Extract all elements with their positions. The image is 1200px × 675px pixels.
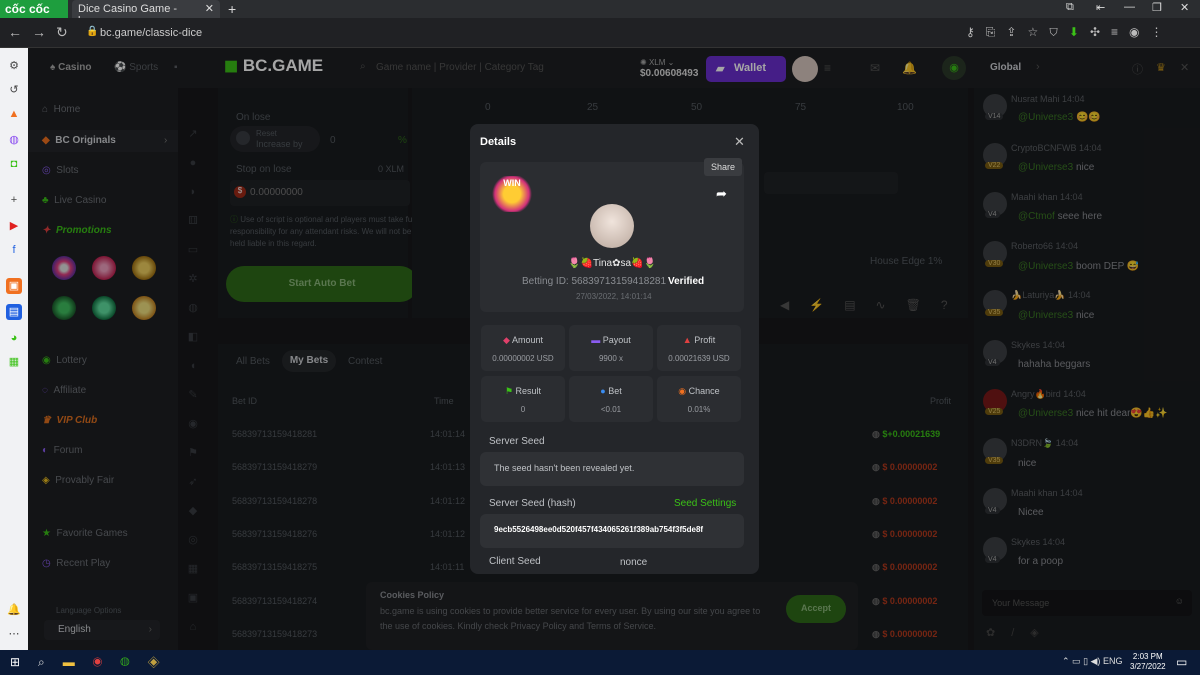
nav-buttons[interactable]: ←→↻ <box>8 24 78 41</box>
window-extra-icon[interactable]: ⇤ <box>1096 1 1105 14</box>
profit-icon: ▲ <box>682 335 695 345</box>
download-icon[interactable]: ⬇ <box>1069 25 1090 39</box>
betting-id: Betting ID: 56839713159418281 <box>522 276 667 287</box>
player-avatar <box>590 204 634 248</box>
nonce-label: nonce <box>620 557 648 568</box>
stat-bet-value: <0.01 <box>600 405 622 414</box>
game-app-icon[interactable]: ◈ <box>148 655 178 669</box>
new-tab-icon[interactable]: + <box>228 1 236 17</box>
stat-bet <box>569 376 653 422</box>
stat-chance-value: 0.01% <box>687 405 711 414</box>
browser-tab[interactable]: Dice Casino Game - bc.game✕ <box>72 0 220 27</box>
facebook-icon[interactable]: f <box>6 242 22 258</box>
table-icon[interactable]: ▦ <box>6 354 22 370</box>
shield-icon[interactable]: ⛉ <box>1049 25 1069 39</box>
player-username[interactable]: 🌷🍓Tina✿sa🍓🌷 <box>540 258 684 269</box>
verified-label[interactable]: Verified <box>668 276 704 287</box>
windows-taskbar <box>0 650 1200 675</box>
close-tab-icon[interactable]: ✕ <box>205 2 214 15</box>
menu-icon[interactable]: ≡ <box>1111 25 1129 39</box>
app-icon[interactable]: ◕ <box>6 330 22 346</box>
window-close-icon[interactable]: ✕ <box>1180 1 1189 14</box>
messenger-icon[interactable]: ◍ <box>6 132 22 148</box>
stat-payout-label: ▬ Payout <box>591 335 631 345</box>
game-icon[interactable]: ◘ <box>6 156 22 172</box>
server-seed-label: Server Seed <box>489 436 545 447</box>
settings-icon[interactable]: ⚙ <box>6 58 22 74</box>
bet-date: 27/03/2022, 14:01:14 <box>576 292 652 301</box>
stat-profit <box>657 325 741 371</box>
stat-result-label: ⚑ Result <box>504 386 542 396</box>
clock-date: 3/27/2022 <box>1130 662 1166 671</box>
share-tooltip: Share <box>704 158 742 176</box>
server-seed-hash-label: Server Seed (hash) <box>489 498 576 509</box>
puzzle-icon[interactable]: ✣ <box>1090 25 1111 39</box>
share-arrow-icon[interactable]: ➦ <box>716 186 727 202</box>
chance-icon: ◉ <box>678 386 689 396</box>
notification-center-icon[interactable]: ▭ <box>1176 655 1187 669</box>
stat-bet-label: ● Bet <box>600 386 622 396</box>
back-icon[interactable]: ← <box>8 24 32 40</box>
battery-icon[interactable]: ▯ <box>1083 656 1090 666</box>
bet-icon: ● <box>600 386 609 396</box>
result-icon: ⚑ <box>504 386 516 396</box>
key-icon[interactable]: ⚷ <box>966 25 986 39</box>
language-indicator[interactable]: ENG <box>1103 656 1123 666</box>
profile-icon[interactable]: ◉ <box>1129 25 1150 39</box>
modal-title: Details <box>480 136 517 148</box>
chrome-icon[interactable]: ◉ <box>93 655 121 669</box>
browser-brand[interactable]: cốc cốc <box>0 0 68 18</box>
stat-chance-label: ◉ Chance <box>678 386 720 396</box>
reload-icon[interactable]: ↻ <box>56 24 78 40</box>
coccoc-icon[interactable]: ◍ <box>120 655 147 669</box>
payout-icon: ▬ <box>591 335 603 345</box>
server-seed-field[interactable]: The seed hasn't been revealed yet. <box>480 452 744 486</box>
stat-amount-value: 0.00000002 USD <box>492 354 554 363</box>
more-icon[interactable]: ⋮ <box>1151 25 1174 39</box>
window-restore-icon[interactable]: ⧉ <box>1066 1 1074 14</box>
windows-start-icon[interactable]: ⊞ <box>10 655 20 669</box>
notification-bell-icon[interactable]: 🔔 <box>6 602 22 618</box>
taskbar-apps[interactable]: ⌕▬◉◍◈ <box>38 655 178 670</box>
stat-profit-label: ▲ Profit <box>682 335 716 345</box>
win-badge-icon: WIN <box>490 176 534 212</box>
client-seed-label: Client Seed <box>489 556 541 567</box>
system-tray[interactable]: ⌃ ▭ ▯ ◀) ENG <box>1062 656 1122 667</box>
clock[interactable]: 2:03 PM 3/27/2022 <box>1130 652 1166 672</box>
stat-amount-label: ◆ Amount <box>503 335 543 345</box>
stat-profit-value: 0.00021639 USD <box>668 354 730 363</box>
maximize-icon[interactable]: ❐ <box>1152 1 1162 14</box>
server-seed-hash-field[interactable]: 9ecb5526498ee0d520f457f434065261f389ab75… <box>480 514 744 548</box>
close-icon[interactable]: ✕ <box>734 134 745 150</box>
stat-amount <box>481 325 565 371</box>
fire-icon[interactable]: ▲ <box>6 106 22 122</box>
more-options-icon[interactable]: ⋯ <box>6 626 22 642</box>
url-field[interactable]: bc.game/classic-dice <box>80 22 960 44</box>
forward-icon[interactable]: → <box>32 24 56 40</box>
stat-chance <box>657 376 741 422</box>
save-icon[interactable]: ⎘ <box>986 25 1007 39</box>
browser-toolbar-icons[interactable]: ⚷⎘⇪☆⛉⬇✣≡◉⋮ <box>966 25 1174 40</box>
minimize-icon[interactable]: — <box>1124 1 1135 13</box>
tray-chevron-icon[interactable]: ⌃ <box>1062 656 1072 666</box>
clock-time: 2:03 PM <box>1132 652 1163 661</box>
search-icon[interactable]: ⌕ <box>38 655 63 669</box>
news-icon[interactable]: ▤ <box>6 304 22 320</box>
share-icon[interactable]: ⇪ <box>1006 25 1027 39</box>
amount-icon: ◆ <box>503 335 512 345</box>
volume-icon[interactable]: ◀) <box>1091 656 1103 666</box>
network-icon[interactable]: ▭ <box>1072 656 1083 666</box>
stat-payout-value: 9900 x <box>598 354 624 363</box>
youtube-icon[interactable]: ▶ <box>6 218 22 234</box>
seed-settings-link[interactable]: Seed Settings <box>674 498 736 509</box>
star-icon[interactable]: ☆ <box>1027 25 1049 39</box>
stat-payout <box>569 325 653 371</box>
stat-result-value: 0 <box>520 405 526 414</box>
folder-icon[interactable]: ▬ <box>63 655 93 669</box>
stat-result <box>481 376 565 422</box>
shop-icon[interactable]: ▣ <box>6 278 22 294</box>
add-panel-icon[interactable]: + <box>6 192 22 208</box>
history-icon[interactable]: ↺ <box>6 82 22 98</box>
